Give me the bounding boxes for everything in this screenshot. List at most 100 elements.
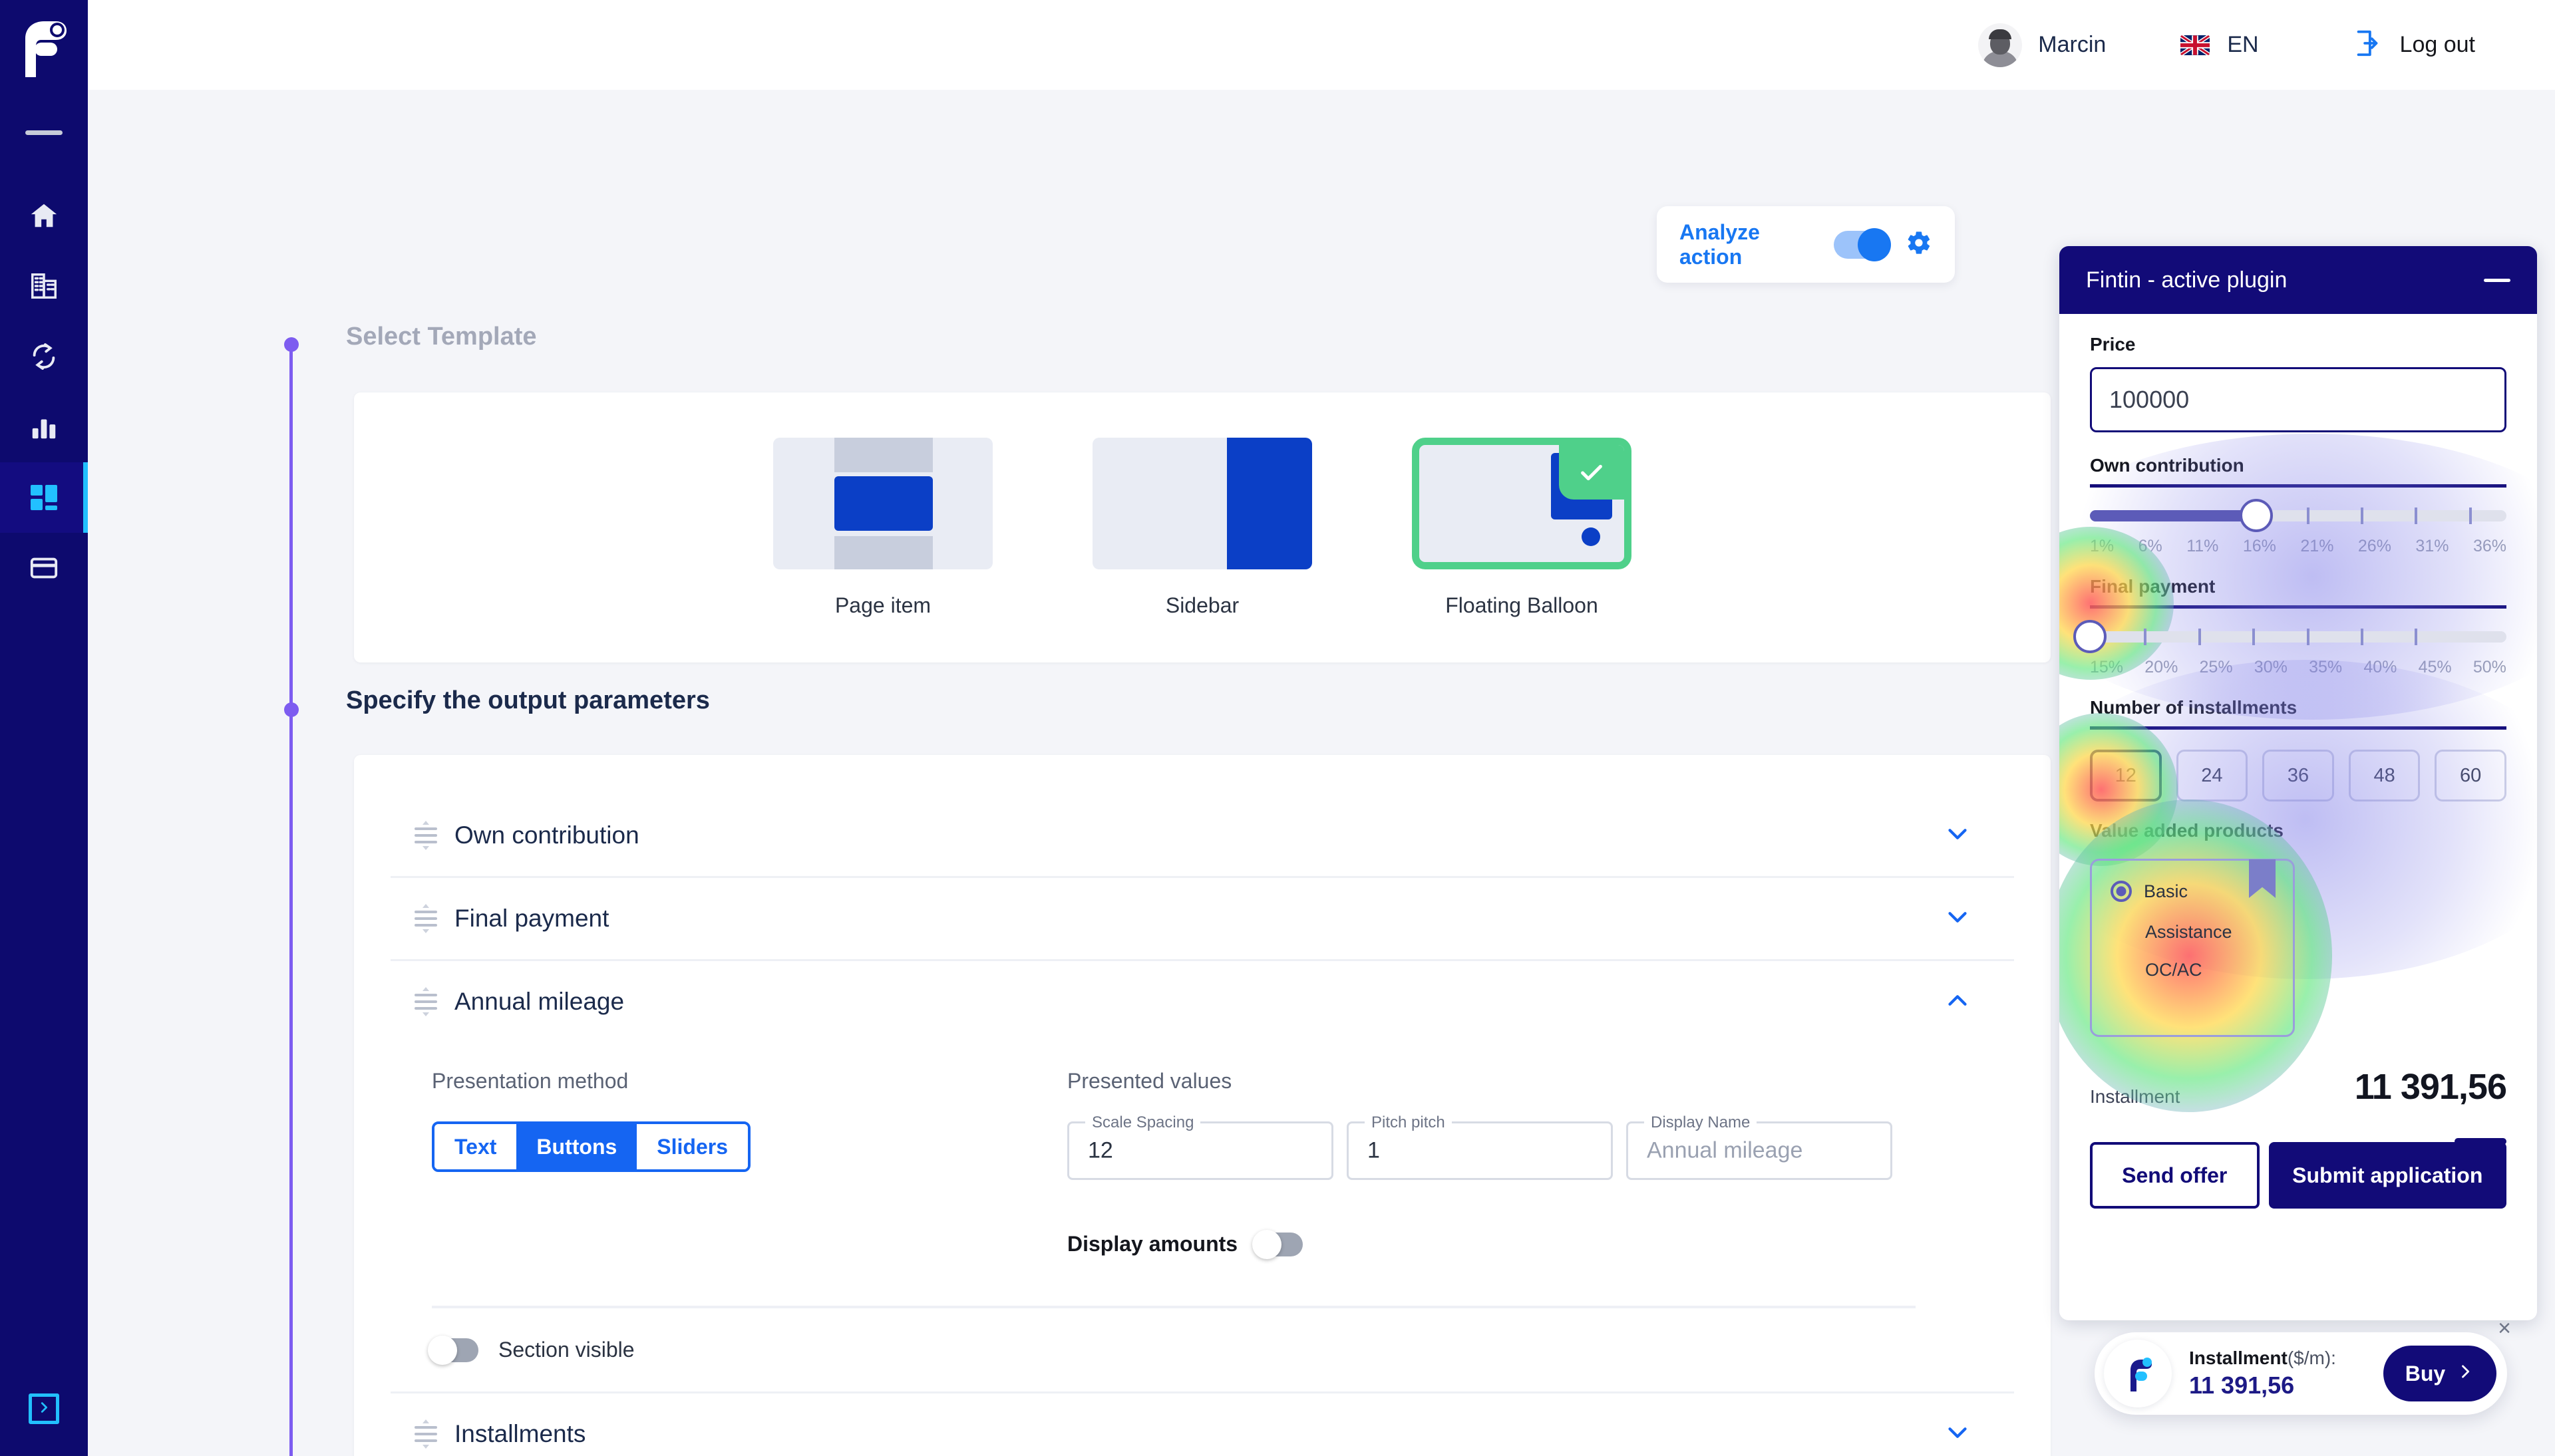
own-contribution-group: Own contribution 1% 6% 11% 16% 21% 26% 3… <box>2090 455 2506 556</box>
sidebar-item-reports[interactable] <box>0 392 88 462</box>
chevron-right-icon <box>2456 1362 2474 1386</box>
installments-option-36[interactable]: 36 <box>2262 750 2334 801</box>
scale-tick: 26% <box>2357 537 2391 555</box>
installments-option-24[interactable]: 24 <box>2176 750 2248 801</box>
price-label: Price <box>2090 334 2136 355</box>
rail-nav <box>0 180 88 603</box>
scale-tick: 50% <box>2472 658 2506 676</box>
value-added-label: Value added products <box>2090 820 2284 841</box>
price-input[interactable]: 100000 <box>2090 367 2506 432</box>
buy-label: Buy <box>2405 1361 2446 1385</box>
final-payment-label: Final payment <box>2090 576 2216 597</box>
drag-handle-icon[interactable] <box>415 821 437 850</box>
display-amounts-label: Display amounts <box>1067 1232 1238 1256</box>
analyze-action-toggle[interactable] <box>1834 227 1891 261</box>
minimize-icon[interactable] <box>2484 278 2510 282</box>
sidebar-item-company[interactable] <box>0 251 88 321</box>
submit-application-button[interactable]: Submit application <box>2268 1142 2506 1209</box>
annual-mileage-body: Presentation method Text Buttons Sliders… <box>391 1042 2014 1391</box>
buy-button[interactable]: Buy <box>2383 1346 2496 1401</box>
installment-rule <box>2455 1138 2506 1145</box>
display-name-value: Annual mileage <box>1647 1137 1803 1163</box>
template-option-page-item[interactable]: Page item <box>773 437 993 618</box>
section-visible-toggle[interactable] <box>428 1335 478 1365</box>
chevron-up-icon[interactable] <box>1942 985 1973 1019</box>
language-selector[interactable]: EN <box>2106 32 2259 58</box>
final-payment-slider[interactable] <box>2073 620 2506 653</box>
scale-spacing-legend: Scale Spacing <box>1085 1113 1201 1132</box>
template-label: Page item <box>834 593 932 617</box>
scale-spacing-field[interactable]: Scale Spacing 12 <box>1067 1113 1333 1180</box>
building-icon <box>29 271 59 301</box>
installments-rule <box>2090 726 2506 730</box>
presentation-option-buttons[interactable]: Buttons <box>516 1124 637 1169</box>
home-icon <box>29 200 59 231</box>
scale-tick: 25% <box>2199 658 2233 676</box>
scale-tick: 31% <box>2415 537 2449 555</box>
template-option-floating-balloon[interactable]: Floating Balloon <box>1412 437 1631 618</box>
sidebar-item-home[interactable] <box>0 180 88 251</box>
drag-handle-icon[interactable] <box>415 904 437 933</box>
accordion-header[interactable]: Annual mileage <box>391 961 2014 1042</box>
final-payment-rule <box>2090 605 2506 609</box>
presented-values-label: Presented values <box>1067 1069 1232 1093</box>
sidebar-item-payments[interactable] <box>0 533 88 603</box>
uk-flag-icon <box>2180 35 2210 55</box>
display-amounts-row: Display amounts <box>1067 1229 1973 1259</box>
user-chip[interactable]: Marcin <box>1978 23 2106 67</box>
step-dot-1 <box>284 337 299 352</box>
final-payment-group: Final payment 15% 20% 25% 30% 35% 40% 45… <box>2073 576 2506 677</box>
scale-tick: 30% <box>2254 658 2288 676</box>
logout-button[interactable]: Log out <box>2352 28 2475 62</box>
own-contribution-scale: 1% 6% 11% 16% 21% 26% 31% 36% <box>2090 537 2506 556</box>
drag-handle-icon[interactable] <box>415 1419 437 1449</box>
language-label: EN <box>2227 32 2259 57</box>
drag-handle-icon[interactable] <box>415 987 437 1016</box>
template-option-sidebar[interactable]: Sidebar <box>1093 437 1312 618</box>
scale-tick: 6% <box>2138 537 2162 555</box>
template-label: Sidebar <box>1165 593 1240 617</box>
accordion-header[interactable]: Installments <box>391 1393 2014 1456</box>
sidebar-item-dashboard[interactable] <box>0 462 88 533</box>
value-added-option-assistance[interactable]: Assistance <box>2145 922 2293 943</box>
chevron-down-icon[interactable] <box>1942 819 1973 853</box>
presentation-option-text[interactable]: Text <box>434 1124 517 1169</box>
installment-value: 11 391,56 <box>2354 1067 2507 1107</box>
display-name-legend: Display Name <box>1644 1113 1757 1132</box>
rail-divider <box>25 130 63 135</box>
chevron-down-icon[interactable] <box>1942 902 1973 936</box>
chevron-down-icon[interactable] <box>1942 1417 1973 1451</box>
installments-label: Number of installments <box>2090 697 2298 718</box>
sidebar-expand-button[interactable] <box>29 1393 59 1424</box>
accordion-header[interactable]: Own contribution <box>391 795 2014 876</box>
send-offer-button[interactable]: Send offer <box>2090 1142 2260 1209</box>
value-added-card[interactable]: Basic Assistance OC/AC <box>2090 859 2295 1037</box>
value-added-group: Value added products Basic Assistance OC… <box>2090 820 2506 1037</box>
user-name: Marcin <box>2038 32 2107 57</box>
close-icon[interactable]: × <box>2491 1315 2518 1342</box>
presentation-option-sliders[interactable]: Sliders <box>637 1124 748 1169</box>
sidebar-item-sync[interactable] <box>0 321 88 392</box>
presentation-method-group: Presentation method Text Buttons Sliders <box>432 1069 1067 1172</box>
accordion-header[interactable]: Final payment <box>391 878 2014 959</box>
step-dot-2 <box>284 702 299 717</box>
pitch-pitch-field[interactable]: Pitch pitch 1 <box>1347 1113 1613 1180</box>
gear-icon[interactable] <box>1906 229 1932 259</box>
display-amounts-toggle[interactable] <box>1252 1229 1303 1259</box>
balloon-caption: Installment($/m): <box>2189 1348 2336 1369</box>
template-tiles: Page item Sidebar Floating Balloon <box>354 392 2051 662</box>
analyze-action-label: Analyze action <box>1679 219 1760 269</box>
installments-option-60[interactable]: 60 <box>2435 750 2506 801</box>
installments-option-48[interactable]: 48 <box>2348 750 2421 801</box>
value-added-option-ocac[interactable]: OC/AC <box>2145 960 2293 980</box>
avatar <box>1978 23 2023 67</box>
fintin-plugin-panel: Fintin - active plugin Price 100000 Own … <box>2059 246 2537 1320</box>
balloon-caption-unit: ($/m): <box>2287 1348 2336 1368</box>
fintin-logo-icon[interactable] <box>17 19 71 78</box>
installments-option-12[interactable]: 12 <box>2090 750 2162 801</box>
own-contribution-slider[interactable] <box>2090 499 2506 532</box>
installment-label: Installment <box>2090 1086 2180 1107</box>
slider-thumb[interactable] <box>2073 620 2107 653</box>
slider-thumb[interactable] <box>2240 499 2274 532</box>
display-name-field[interactable]: Display Name Annual mileage <box>1626 1113 1892 1180</box>
